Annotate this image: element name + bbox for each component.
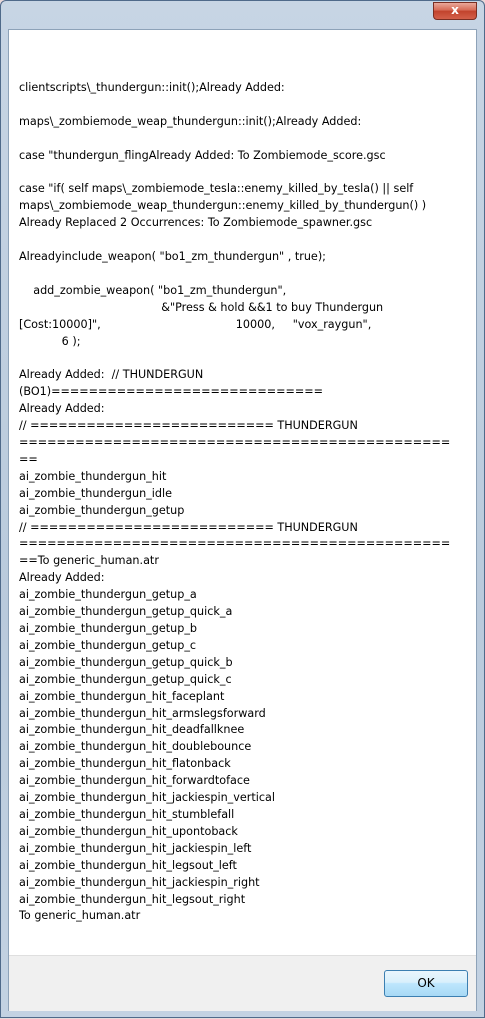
message-line: clientscripts\_thundergun::init();Alread… — [19, 81, 285, 94]
message-line: To generic_human.atr — [19, 909, 141, 923]
message-line: case "if( self maps\_zombiemode_tesla::e… — [19, 182, 414, 196]
message-line: Already Replaced 2 Occurrences: To Zombi… — [19, 216, 373, 230]
message-line: ai_zombie_thundergun_hit_legsout_right — [19, 892, 246, 906]
message-line: ai_zombie_thundergun_getup_quick_c — [19, 672, 232, 686]
message-line: ai_zombie_thundergun_getup_b — [19, 622, 198, 635]
message-line: Already Added: — [19, 571, 105, 585]
message-line: == — [19, 452, 38, 466]
message-line: ==To generic_human.atr — [19, 554, 159, 568]
message-line: ai_zombie_thundergun_hit_armslegsforward — [19, 706, 266, 720]
message-line: ai_zombie_thundergun_hit_legsout_left — [19, 858, 237, 872]
message-line: ai_zombie_thundergun_hit — [19, 469, 167, 483]
message-text: clientscripts\_thundergun::init();Alread… — [19, 80, 464, 925]
message-line: ai_zombie_thundergun_hit_deadfallknee — [19, 723, 245, 737]
close-icon: x — [451, 3, 459, 17]
message-line: add_zombie_weapon( "bo1_zm_thundergun", — [19, 283, 287, 297]
message-line: ai_zombie_thundergun_hit_jackiespin_vert… — [19, 791, 275, 805]
ok-button[interactable]: OK — [384, 970, 468, 997]
message-line: ========================================… — [19, 537, 451, 551]
message-line: ai_zombie_thundergun_hit_stumblefall — [19, 807, 235, 821]
message-line: Already Added: — [19, 402, 105, 416]
close-button[interactable]: x — [433, 2, 477, 20]
message-line: [Cost:10000]", 10000, "vox_raygun", — [19, 317, 372, 331]
message-line: Already Added: // THUNDERGUN — [19, 368, 204, 382]
message-line: ai_zombie_thundergun_getup_a — [19, 588, 197, 602]
message-line: ai_zombie_thundergun_hit_flatonback — [19, 757, 231, 771]
message-line: ai_zombie_thundergun_getup_quick_b — [19, 655, 233, 669]
button-bar: OK — [9, 955, 476, 1011]
message-line: &"Press & hold &&1 to buy Thundergun — [19, 300, 384, 314]
message-line: ai_zombie_thundergun_getup_quick_a — [19, 605, 233, 619]
message-line: // ========================== THUNDERGUN — [19, 520, 358, 534]
dialog-client-area: clientscripts\_thundergun::init();Alread… — [8, 29, 477, 1011]
title-bar[interactable]: x — [1, 1, 485, 29]
message-line: // ========================== THUNDERGUN — [19, 419, 358, 433]
message-line: ai_zombie_thundergun_hit_doublebounce — [19, 740, 252, 754]
message-line: Alreadyinclude_weapon( "bo1_zm_thundergu… — [19, 250, 326, 264]
message-line: ai_zombie_thundergun_getup — [19, 503, 185, 517]
message-line: ai_zombie_thundergun_getup_c — [19, 638, 197, 652]
message-line: ai_zombie_thundergun_hit_jackiespin_left — [19, 841, 252, 855]
message-line: ai_zombie_thundergun_idle — [19, 486, 172, 500]
message-line: maps\_zombiemode_weap_thundergun::init()… — [19, 114, 362, 128]
dialog-window: x clientscripts\_thundergun::init();Alre… — [0, 0, 485, 1018]
message-line: 6 ); — [19, 334, 81, 348]
message-line: ai_zombie_thundergun_hit_faceplant — [19, 689, 225, 703]
message-line: maps\_zombiemode_weap_thundergun::enemy_… — [19, 199, 427, 213]
message-line: ai_zombie_thundergun_hit_upontoback — [19, 824, 238, 838]
message-line: ai_zombie_thundergun_hit_jackiespin_righ… — [19, 875, 260, 889]
message-line: case "thundergun_flingAlready Added: To … — [19, 148, 386, 162]
message-line: ========================================… — [19, 436, 451, 450]
message-line: (BO1)============================= — [19, 385, 323, 399]
message-line: ai_zombie_thundergun_hit_forwardtoface — [19, 774, 250, 788]
